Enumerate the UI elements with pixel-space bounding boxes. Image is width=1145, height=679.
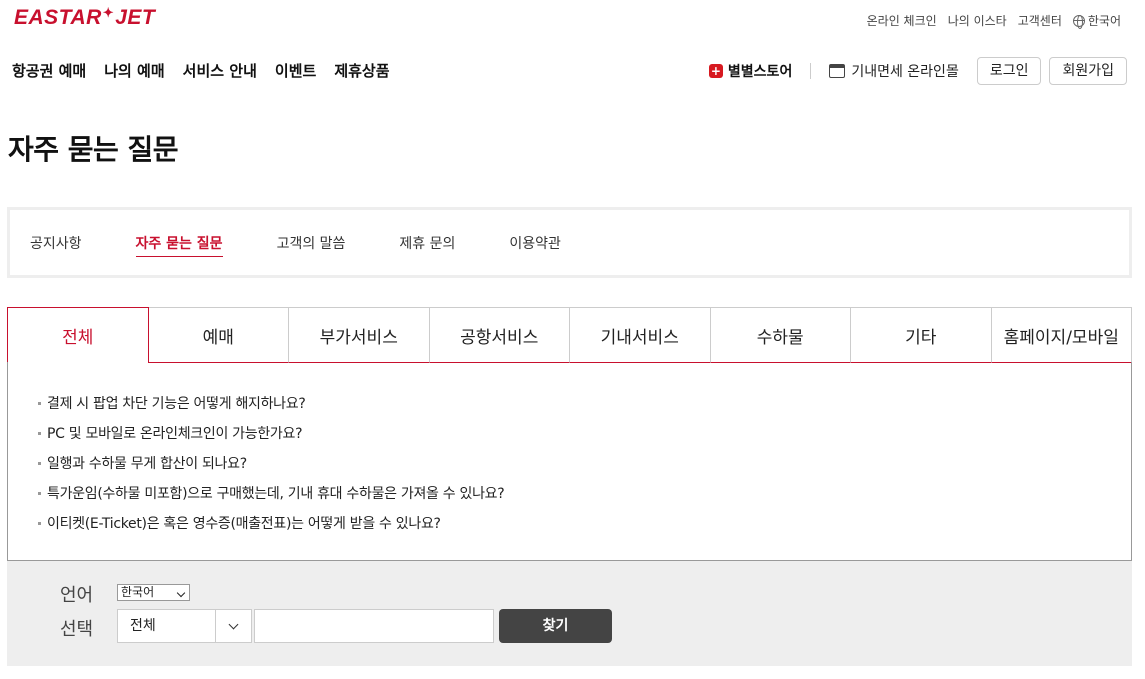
bullet-icon	[38, 521, 41, 525]
sub-nav-item-customer-voice[interactable]: 고객의 말씀	[277, 233, 346, 253]
language-selector[interactable]: 한국어	[1072, 12, 1121, 29]
store-link[interactable]: + 별별스토어	[708, 61, 793, 81]
logo-star-icon: ✦	[102, 5, 115, 20]
main-nav-item-my-booking[interactable]: 나의 예매	[104, 60, 164, 81]
search-button[interactable]: 찾기	[499, 609, 612, 643]
tab-booking[interactable]: 예매	[148, 307, 289, 363]
shop-icon	[829, 64, 846, 78]
faq-question: 이티켓(E-Ticket)은 혹은 영수증(매출전표)는 어떻게 받을 수 있나…	[47, 516, 441, 532]
list-item[interactable]: 결제 시 팝업 차단 기능은 어떻게 해지하나요?	[38, 388, 1131, 418]
category-select[interactable]: 전체	[117, 609, 252, 643]
page-title: 자주 묻는 질문	[8, 133, 179, 166]
util-link-my-eastar[interactable]: 나의 이스타	[948, 12, 1007, 29]
util-link-customer-center[interactable]: 고객센터	[1018, 12, 1062, 29]
list-item[interactable]: 특가운임(수하물 미포함)으로 구매했는데, 기내 휴대 수하물은 가져올 수 …	[38, 478, 1131, 508]
main-nav-item-event[interactable]: 이벤트	[275, 60, 316, 81]
faq-list: 결제 시 팝업 차단 기능은 어떻게 해지하나요? PC 및 모바일로 온라인체…	[7, 362, 1132, 561]
bullet-icon	[38, 431, 41, 435]
tab-all[interactable]: 전체	[7, 307, 149, 363]
eastar-jet-logo[interactable]: EASTAR ✦ JET	[14, 5, 156, 30]
plus-icon: +	[708, 64, 723, 78]
utility-nav: 온라인 체크인 나의 이스타 고객센터 한국어	[867, 12, 1121, 29]
tab-airport-services[interactable]: 공항서비스	[429, 307, 570, 363]
language-select[interactable]: 한국어	[117, 584, 190, 601]
chevron-down-icon	[176, 588, 186, 598]
globe-icon	[1072, 14, 1085, 29]
select-divider	[215, 610, 216, 642]
category-tabs: 전체 예매 부가서비스 공항서비스 기내서비스 수하물 기타 홈페이지/모바일	[7, 307, 1132, 363]
sub-nav-item-terms[interactable]: 이용약관	[509, 233, 561, 253]
faq-question: 일행과 수하물 무게 합산이 되나요?	[47, 456, 247, 472]
nav-divider	[810, 63, 812, 79]
chevron-down-icon	[228, 619, 239, 630]
search-input[interactable]	[254, 609, 494, 643]
sub-nav-item-faq[interactable]: 자주 묻는 질문	[135, 233, 223, 257]
faq-question: PC 및 모바일로 온라인체크인이 가능한가요?	[47, 426, 303, 442]
main-nav-item-booking[interactable]: 항공권 예매	[12, 60, 86, 81]
bullet-icon	[38, 461, 41, 465]
language-field-label: 언어	[60, 585, 94, 606]
language-label: 한국어	[1087, 14, 1121, 28]
bullet-icon	[38, 401, 41, 405]
sub-nav-item-notice[interactable]: 공지사항	[30, 233, 82, 253]
tab-etc[interactable]: 기타	[851, 307, 992, 363]
language-select-value: 한국어	[121, 585, 155, 599]
signup-button[interactable]: 회원가입	[1049, 57, 1127, 85]
bullet-icon	[38, 491, 41, 495]
sub-nav-item-partnership[interactable]: 제휴 문의	[399, 233, 455, 253]
util-link-online-checkin[interactable]: 온라인 체크인	[867, 12, 937, 29]
faq-search-panel: 언어 선택 한국어 전체 찾기	[7, 561, 1132, 666]
tab-additional-services[interactable]: 부가서비스	[289, 307, 430, 363]
main-nav-item-service-info[interactable]: 서비스 안내	[183, 60, 257, 81]
select-field-label: 선택	[60, 619, 94, 640]
category-select-value: 전체	[130, 618, 156, 634]
right-nav: + 별별스토어 기내면세 온라인몰 로그인 회원가입	[708, 57, 1127, 85]
main-nav: 항공권 예매 나의 예매 서비스 안내 이벤트 제휴상품	[12, 60, 390, 81]
list-item[interactable]: PC 및 모바일로 온라인체크인이 가능한가요?	[38, 418, 1131, 448]
dutyfree-label: 기내면세 온라인몰	[851, 64, 959, 80]
list-item[interactable]: 이티켓(E-Ticket)은 혹은 영수증(매출전표)는 어떻게 받을 수 있나…	[38, 508, 1131, 538]
tab-homepage-mobile[interactable]: 홈페이지/모바일	[991, 307, 1132, 363]
faq-question: 특가운임(수하물 미포함)으로 구매했는데, 기내 휴대 수하물은 가져올 수 …	[47, 486, 505, 502]
tab-baggage[interactable]: 수하물	[710, 307, 851, 363]
logo-text-right: JET	[115, 6, 156, 29]
faq-question: 결제 시 팝업 차단 기능은 어떻게 해지하나요?	[47, 396, 306, 412]
main-nav-item-partner-products[interactable]: 제휴상품	[334, 60, 389, 81]
list-item[interactable]: 일행과 수하물 무게 합산이 되나요?	[38, 448, 1131, 478]
login-button[interactable]: 로그인	[976, 57, 1042, 85]
store-label: 별별스토어	[727, 64, 793, 80]
dutyfree-link[interactable]: 기내면세 온라인몰	[829, 61, 959, 81]
sub-nav: 공지사항 자주 묻는 질문 고객의 말씀 제휴 문의 이용약관	[7, 207, 1132, 278]
tab-inflight-services[interactable]: 기내서비스	[570, 307, 711, 363]
logo-text-left: EASTAR	[14, 6, 102, 29]
